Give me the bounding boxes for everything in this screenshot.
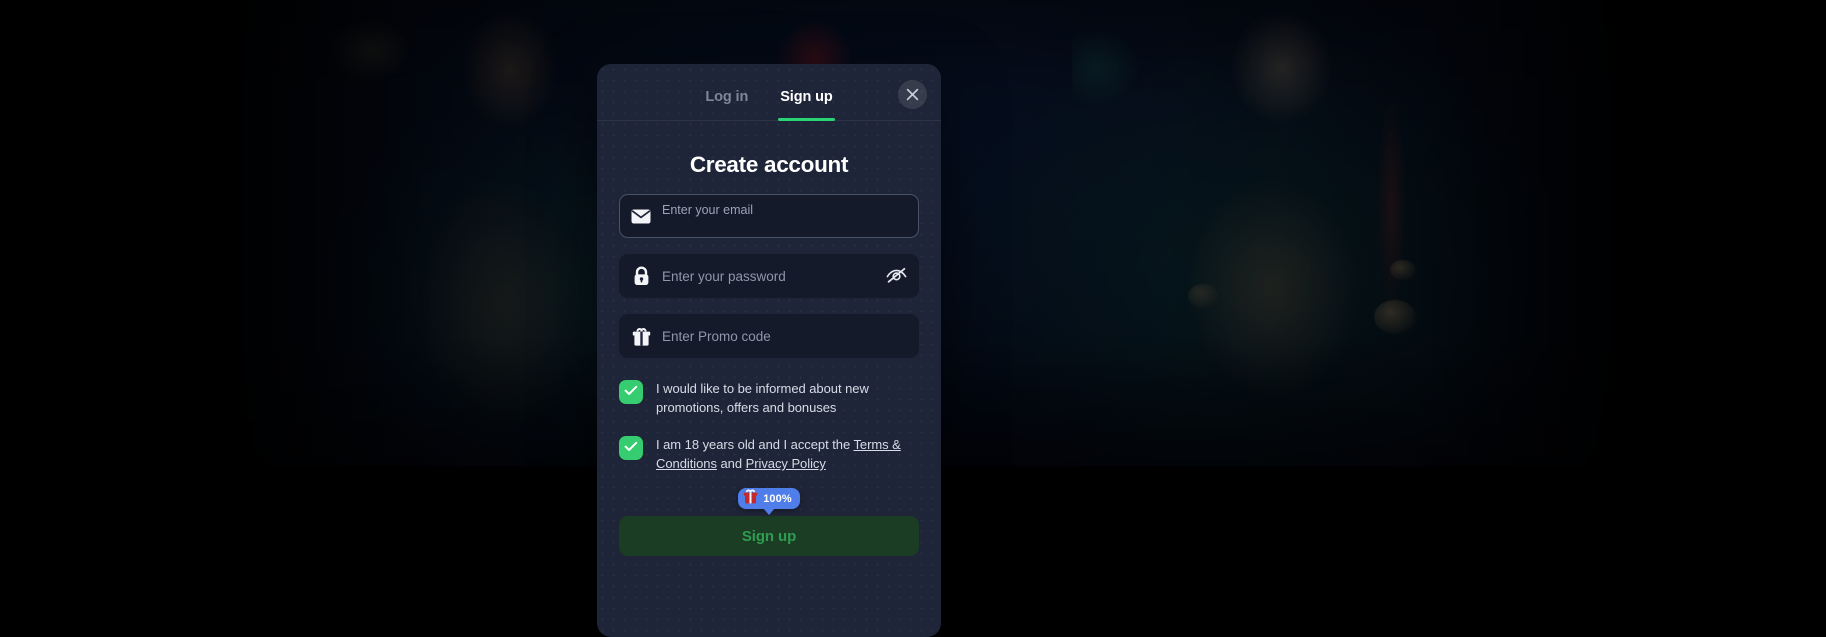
terms-text-part2: and [716, 456, 746, 471]
close-icon [905, 87, 920, 102]
email-input[interactable] [662, 201, 918, 219]
auth-tabs: Log in Sign up [703, 64, 836, 121]
password-field[interactable] [619, 254, 919, 298]
promo-field[interactable] [619, 314, 919, 358]
envelope-icon [620, 209, 662, 224]
check-icon [624, 439, 638, 457]
modal-header: Log in Sign up [597, 64, 941, 121]
tab-signup[interactable]: Sign up [778, 89, 836, 121]
terms-text-part1: I am 18 years old and I accept the [656, 437, 854, 452]
bonus-badge-wrapper: 100% [619, 488, 919, 512]
signup-page: Log in Sign up Create account Enter your… [0, 0, 1826, 637]
promotions-consent-row[interactable]: I would like to be informed about new pr… [619, 379, 919, 417]
eye-off-icon [885, 265, 908, 288]
gift-icon [620, 327, 662, 346]
close-button[interactable] [898, 80, 927, 109]
page-title: Create account [689, 152, 849, 177]
password-input[interactable] [662, 255, 874, 297]
promotions-consent-label: I would like to be informed about new pr… [656, 381, 869, 415]
promo-input[interactable] [662, 315, 918, 357]
promotions-checkbox[interactable] [619, 380, 643, 404]
bonus-badge-text: 100% [763, 492, 792, 505]
terms-consent-label: I am 18 years old and I accept the Terms… [656, 435, 919, 473]
modal-body: Create account Enter your email Enter Pr… [597, 152, 941, 556]
terms-checkbox[interactable] [619, 436, 643, 460]
auth-modal: Log in Sign up Create account Enter your… [597, 64, 941, 637]
signup-submit-button[interactable]: Sign up [619, 516, 919, 556]
terms-consent-row[interactable]: I am 18 years old and I accept the Terms… [619, 435, 919, 473]
toggle-password-visibility-button[interactable] [874, 255, 918, 297]
gift-box-icon [743, 489, 758, 509]
lock-icon [620, 266, 662, 286]
privacy-policy-link[interactable]: Privacy Policy [746, 456, 826, 471]
bonus-badge[interactable]: 100% [738, 488, 800, 509]
check-icon [624, 383, 638, 401]
tab-login[interactable]: Log in [703, 89, 750, 121]
email-field[interactable] [619, 194, 919, 238]
